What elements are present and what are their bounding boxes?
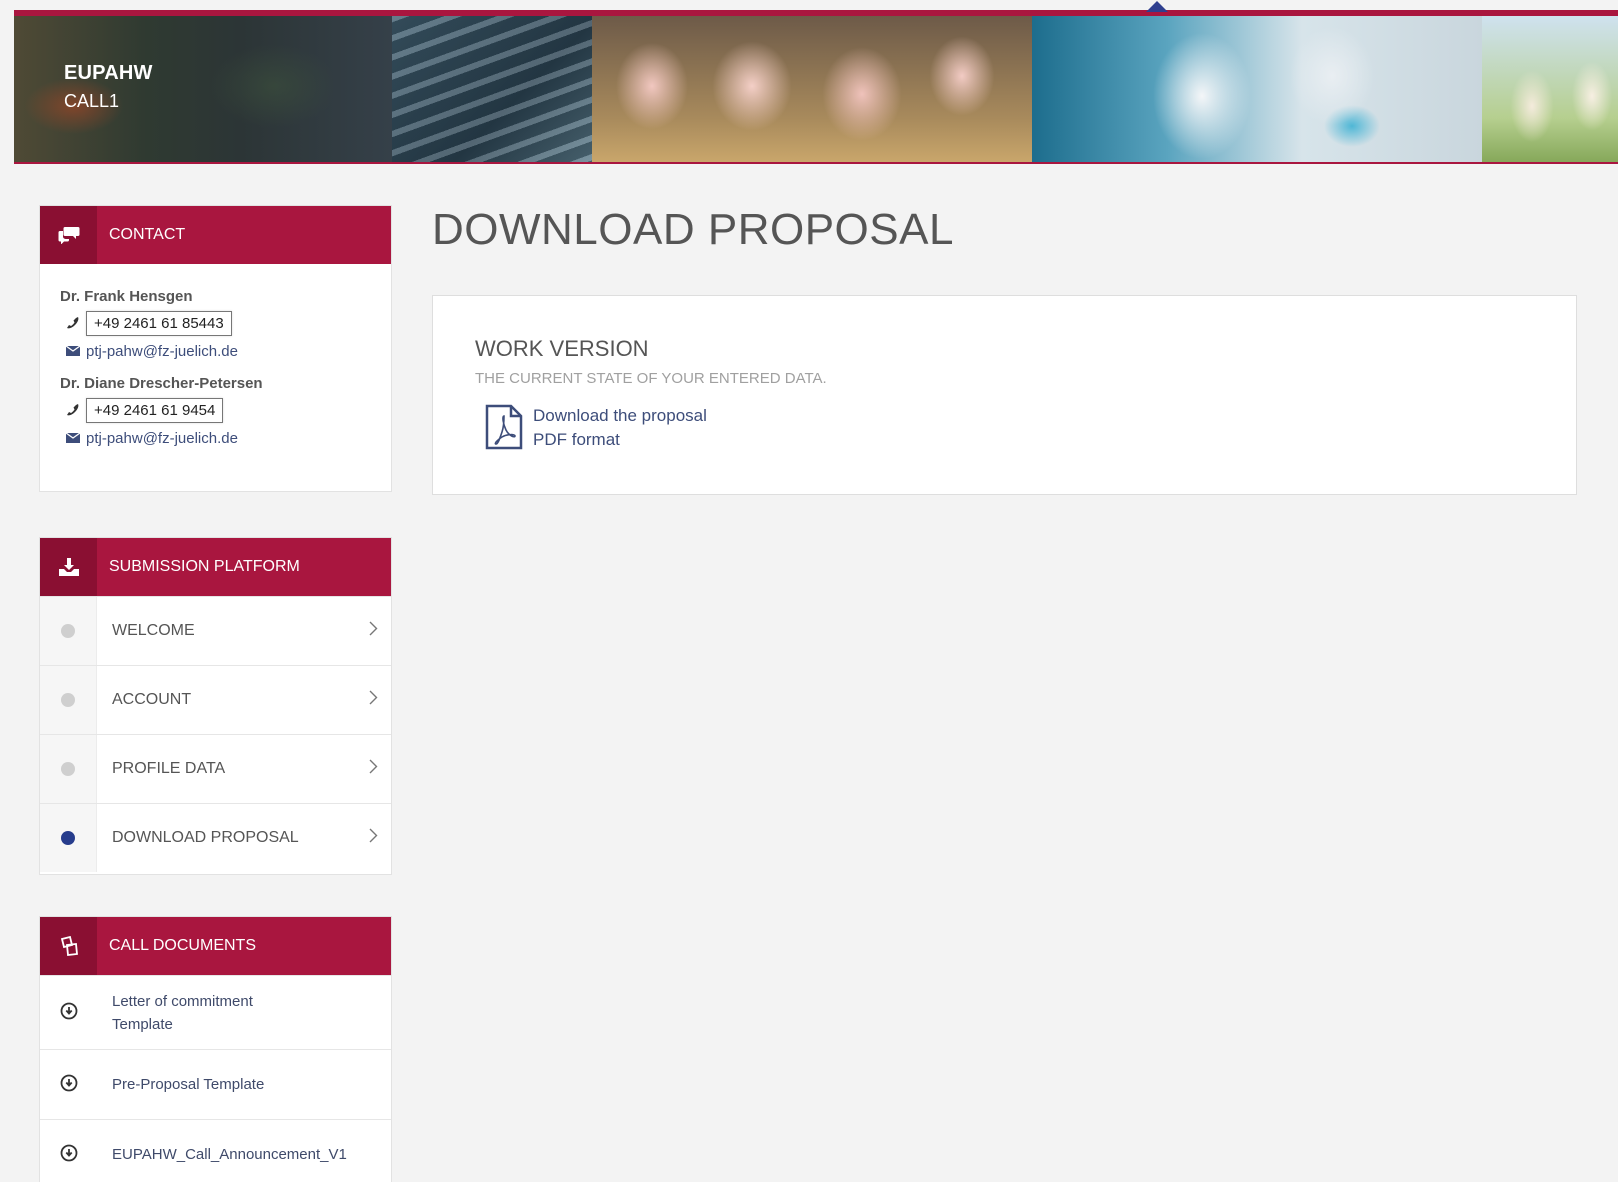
nav-item-account[interactable]: ACCOUNT [40,665,391,734]
document-label: Pre-Proposal Template [112,1076,265,1093]
nav-item-label: DOWNLOAD PROPOSAL [112,829,299,846]
contact-email-row: ptj-pahw@fz-juelich.de [60,337,371,365]
envelope-icon [60,433,86,443]
chevron-right-icon [355,621,391,641]
chevron-right-icon [355,690,391,710]
status-dot-icon [61,762,75,776]
contact-phone[interactable]: +49 2461 61 85443 [86,310,232,336]
documents-panel-header: CALL DOCUMENTS [40,917,391,975]
contact-name: Dr. Frank Hensgen [60,288,193,305]
card-title: WORK VERSION [475,336,649,361]
submission-panel-header: SUBMISSION PLATFORM [40,538,391,596]
phone-icon [60,403,86,417]
contact-phone-row: +49 2461 61 85443 [60,309,371,337]
document-label: Letter of commitment Template [112,992,253,1033]
download-proposal-link[interactable]: Download the proposal PDF format [485,404,707,455]
brand-subtitle: CALL1 [64,91,120,111]
active-indicator-caret [1146,1,1168,12]
contact-phone[interactable]: +49 2461 61 9454 [86,397,224,423]
page-title: DOWNLOAD PROPOSAL [432,205,954,254]
fish-image [392,16,592,162]
contact-panel: CONTACT Dr. Frank Hensgen +49 2461 61 85… [39,205,392,492]
phone-icon [60,316,86,330]
brand[interactable]: EUPAHW CALL1 [64,62,153,112]
download-circle-icon [60,1074,78,1096]
document-link[interactable]: Pre-Proposal Template [40,1049,391,1119]
envelope-icon [60,346,86,356]
submission-nav: WELCOME ACCOUNT PROFILE DATA DOWNLOAD PR… [40,596,391,872]
nav-item-profile-data[interactable]: PROFILE DATA [40,734,391,803]
download-link-label: Download the proposal [533,406,707,425]
documents-icon [40,917,97,975]
contact-email-link[interactable]: ptj-pahw@fz-juelich.de [86,430,238,447]
document-link[interactable]: EUPAHW_Call_Announcement_V1 [40,1119,391,1182]
lab-image [1032,16,1482,162]
nav-item-download-proposal[interactable]: DOWNLOAD PROPOSAL [40,803,391,872]
nav-item-label: PROFILE DATA [112,760,226,777]
submission-panel-title: SUBMISSION PLATFORM [109,558,300,575]
submission-platform-panel: SUBMISSION PLATFORM WELCOME ACCOUNT PROF… [39,537,392,875]
active-status-dot-icon [61,831,75,845]
pigs-image [592,16,1032,162]
download-link-format: PDF format [533,430,620,449]
status-dot-icon [61,624,75,638]
chevron-right-icon [355,759,391,779]
download-circle-icon [60,1002,78,1024]
contact-list: Dr. Frank Hensgen +49 2461 61 85443 ptj-… [40,264,391,472]
contact-panel-header: CONTACT [40,206,391,264]
hens-image [1482,16,1618,162]
nav-item-label: ACCOUNT [112,691,192,708]
chevron-right-icon [355,828,391,848]
pdf-file-icon [485,404,523,455]
contact-name: Dr. Diane Drescher-Petersen [60,375,263,392]
contact-panel-title: CONTACT [109,226,186,243]
nav-item-welcome[interactable]: WELCOME [40,596,391,665]
download-tray-icon [40,538,97,596]
nav-item-label: WELCOME [112,622,195,639]
documents-panel-title: CALL DOCUMENTS [109,937,256,954]
download-circle-icon [60,1144,78,1166]
contact-phone-row: +49 2461 61 9454 [60,396,371,424]
document-label: EUPAHW_Call_Announcement_V1 [112,1146,347,1163]
brand-title: EUPAHW [64,62,153,84]
contact-email-row: ptj-pahw@fz-juelich.de [60,424,371,452]
status-dot-icon [61,693,75,707]
work-version-card: WORK VERSION THE CURRENT STATE OF YOUR E… [432,295,1577,495]
card-subtitle: THE CURRENT STATE OF YOUR ENTERED DATA. [475,370,827,387]
document-link[interactable]: Letter of commitment Template [40,975,391,1049]
header-banner [14,16,1618,164]
chat-bubbles-icon [40,206,97,264]
contact-email-link[interactable]: ptj-pahw@fz-juelich.de [86,343,238,360]
call-documents-panel: CALL DOCUMENTS Letter of commitment Temp… [39,916,392,1182]
